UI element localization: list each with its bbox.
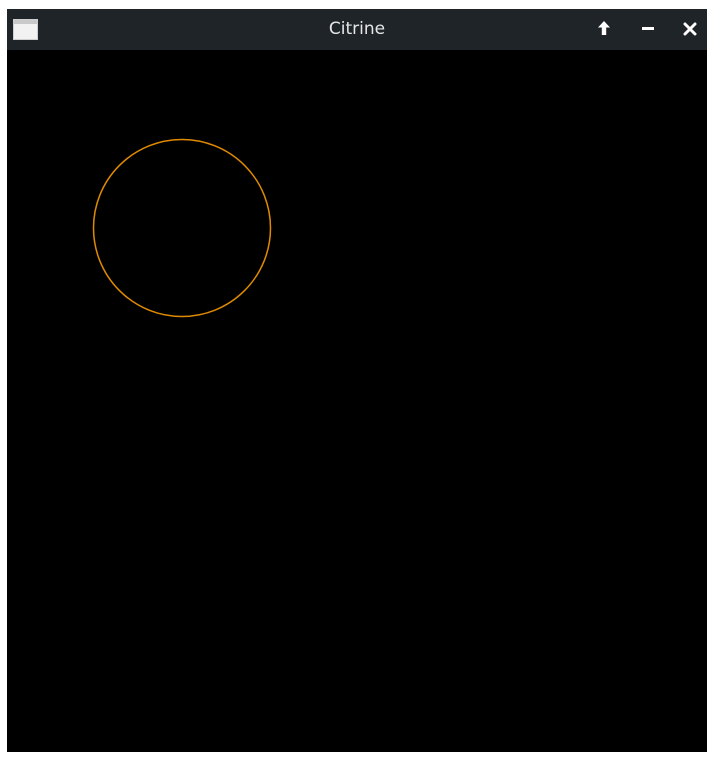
- close-icon: [683, 21, 697, 40]
- canvas-svg: [92, 138, 272, 318]
- maximize-button[interactable]: [591, 17, 617, 43]
- window-icon[interactable]: [13, 19, 38, 40]
- orange-circle: [92, 138, 272, 318]
- arrow-up-icon: [597, 20, 611, 40]
- minimize-icon: [641, 20, 655, 40]
- close-button[interactable]: [677, 17, 703, 43]
- title-bar[interactable]: Citrine: [7, 9, 707, 50]
- minimize-button[interactable]: [635, 17, 661, 43]
- drawing-canvas[interactable]: [7, 50, 707, 752]
- app-window: Citrine: [7, 9, 707, 752]
